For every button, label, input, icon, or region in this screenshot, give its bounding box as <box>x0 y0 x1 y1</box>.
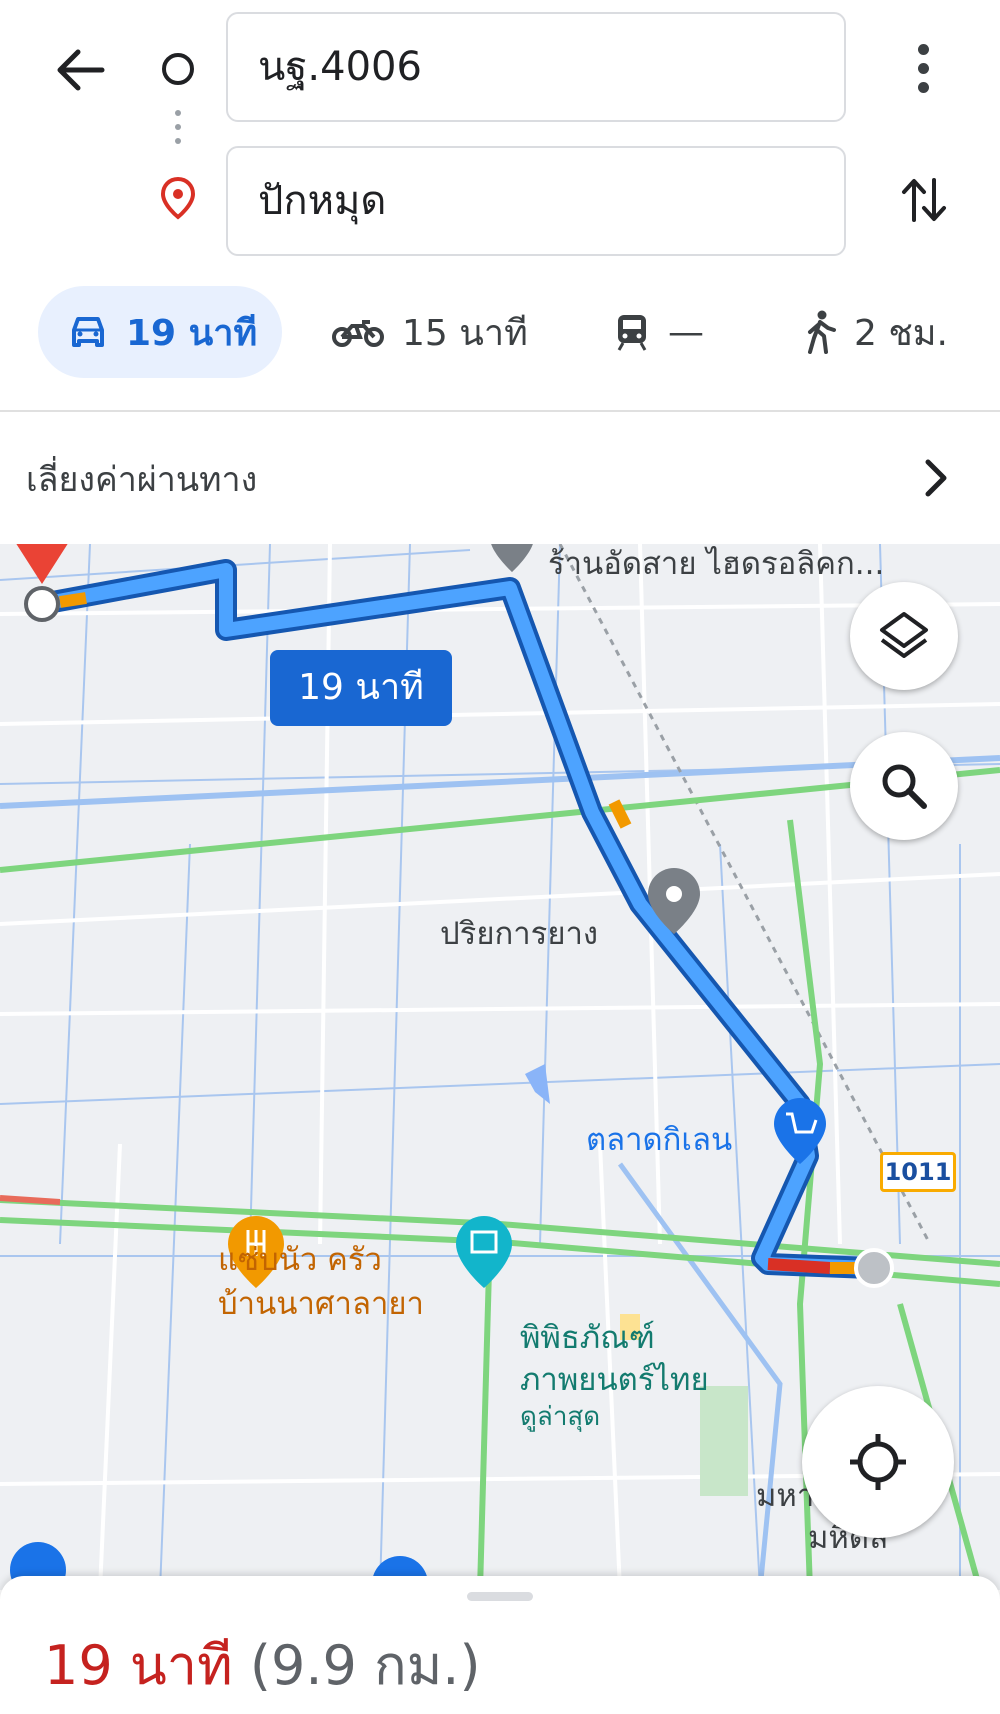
motorcycle-time: 15 นาที <box>402 312 528 354</box>
route-distance: (9.9 กม.) <box>249 1634 481 1697</box>
map-label-restaurant-line1[interactable]: แซ่บนัว ครัว <box>218 1234 382 1284</box>
car-icon <box>72 317 104 347</box>
transit-time: — <box>668 311 704 353</box>
back-arrow-icon[interactable] <box>52 42 108 98</box>
route-duration: 19 นาที <box>44 1634 233 1697</box>
search-map-button[interactable] <box>850 732 958 840</box>
route-number-badge: 1011 <box>880 1152 956 1192</box>
map-label-market[interactable]: ตลาดกิเลน <box>586 1114 732 1164</box>
map-label-restaurant-line2[interactable]: บ้านนาศาลายา <box>218 1278 424 1328</box>
drive-time: 19 นาที <box>126 312 258 354</box>
tab-transit[interactable]: — <box>614 286 704 378</box>
tab-motorcycle[interactable]: 15 นาที <box>332 286 528 378</box>
origin-input[interactable]: นฐ.4006 <box>226 12 846 122</box>
chevron-right-icon <box>918 456 954 500</box>
my-location-button[interactable] <box>802 1386 954 1538</box>
train-icon <box>617 315 647 351</box>
travel-mode-tabs: 19 นาที 15 นาที — 2 ชม. <box>0 286 1000 378</box>
route-eta-chip[interactable]: 19 นาที <box>270 650 452 726</box>
destination-pin-icon <box>158 176 198 220</box>
origin-circle-icon <box>162 53 194 85</box>
map-label-shop[interactable]: ร้านอัดสาย ไฮดรอลิคก... <box>548 544 884 588</box>
directions-header: นฐ.4006 ปักหมุด 19 นาที 15 นาที — 2 ชม. <box>0 0 1000 412</box>
motorcycle-icon <box>332 320 384 347</box>
walking-icon <box>808 310 836 354</box>
destination-input[interactable]: ปักหมุด <box>226 146 846 256</box>
tab-drive[interactable]: 19 นาที <box>38 286 282 378</box>
map-label-tire-shop[interactable]: ปริยการยาง <box>440 908 598 958</box>
swap-icon[interactable] <box>896 172 952 228</box>
sheet-handle[interactable] <box>467 1592 533 1601</box>
avoid-tolls-label: เลี่ยงค่าผ่านทาง <box>26 460 258 500</box>
layers-icon <box>880 612 928 658</box>
crosshair-icon <box>850 1434 906 1490</box>
search-icon <box>882 764 927 809</box>
map-label-museum-sub: ดูล่าสุด <box>520 1402 601 1432</box>
layers-button[interactable] <box>850 582 958 690</box>
route-dots-icon <box>174 110 182 154</box>
avoid-tolls-row[interactable]: เลี่ยงค่าผ่านทาง <box>0 412 1000 544</box>
walk-time: 2 ชม. <box>854 312 948 354</box>
tab-walk[interactable]: 2 ชม. <box>804 286 948 378</box>
route-summary: 19 นาที (9.9 กม.) <box>44 1622 481 1708</box>
more-options-icon[interactable] <box>906 40 940 100</box>
route-summary-sheet[interactable]: 19 นาที (9.9 กม.) <box>0 1576 1000 1714</box>
